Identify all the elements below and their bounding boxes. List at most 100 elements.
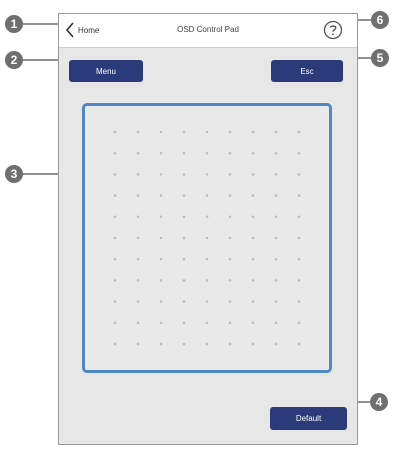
touchpad-dot	[136, 279, 140, 282]
touchpad-dot	[182, 194, 186, 197]
touchpad-dot	[251, 215, 255, 219]
touchpad-dot	[274, 130, 278, 134]
touchpad-dot	[205, 236, 209, 240]
touchpad-dot	[159, 151, 163, 155]
default-button[interactable]: Default	[270, 407, 347, 430]
touchpad-dot	[182, 342, 186, 346]
touchpad-dot	[159, 321, 163, 325]
touchpad-dot	[113, 300, 117, 303]
touchpad-dot	[182, 151, 186, 155]
touchpad-dot	[113, 194, 117, 197]
touchpad-dot	[251, 236, 255, 240]
touchpad-dot	[228, 130, 232, 134]
touchpad-dot	[205, 130, 209, 134]
touchpad-dot	[274, 342, 278, 346]
touchpad-dot	[251, 300, 255, 303]
callout-6: 6	[371, 11, 389, 29]
touchpad-dot	[136, 151, 140, 155]
callout-1: 1	[5, 15, 23, 33]
callout-2: 2	[5, 51, 23, 69]
touchpad-dot	[274, 236, 278, 240]
touchpad-dot	[274, 257, 278, 261]
touchpad-dot	[159, 300, 163, 303]
touchpad-dot	[136, 215, 140, 219]
touchpad-dot	[251, 342, 255, 346]
menu-button[interactable]: Menu	[69, 60, 143, 82]
touchpad-dot	[182, 173, 186, 176]
touchpad-dot	[251, 130, 255, 134]
touchpad-dot	[159, 342, 163, 346]
esc-button[interactable]: Esc	[271, 60, 343, 82]
touchpad-dot	[182, 130, 186, 134]
touchpad-dot	[297, 342, 301, 346]
touchpad-dot	[228, 321, 232, 325]
touchpad-dot	[205, 300, 209, 303]
touchpad-dot	[274, 279, 278, 282]
touchpad-dot	[228, 300, 232, 303]
touchpad-dot	[113, 130, 117, 134]
help-button[interactable]	[323, 20, 343, 40]
callout-4: 4	[370, 393, 388, 411]
question-mark-circle-icon	[323, 20, 343, 40]
touchpad-dot	[205, 257, 209, 261]
touchpad-dot	[228, 257, 232, 261]
touchpad-dot	[205, 151, 209, 155]
touchpad-dot	[274, 173, 278, 176]
touchpad-dot	[297, 321, 301, 325]
touchpad-dot	[159, 130, 163, 134]
touchpad-dot	[297, 236, 301, 240]
touchpad-dot	[297, 257, 301, 261]
touchpad-dot	[113, 342, 117, 346]
touchpad-dot	[297, 151, 301, 155]
touchpad-dot	[274, 321, 278, 325]
touchpad-dot	[205, 342, 209, 346]
touchpad-dot	[136, 342, 140, 346]
touchpad-dot	[136, 300, 140, 303]
touchpad-area[interactable]	[82, 103, 332, 373]
touchpad-dot	[113, 151, 117, 155]
touchpad-dot	[182, 300, 186, 303]
touchpad-dot	[113, 279, 117, 282]
touchpad-dot	[205, 321, 209, 325]
touchpad-dot	[205, 215, 209, 219]
touchpad-dot	[274, 215, 278, 219]
touchpad-dot	[182, 236, 186, 240]
touchpad-dot	[297, 215, 301, 219]
touchpad-dot-grid	[113, 130, 301, 346]
touchpad-dot	[251, 279, 255, 282]
touchpad-dot	[251, 151, 255, 155]
touchpad-dot	[113, 173, 117, 176]
touchpad-dot	[228, 279, 232, 282]
touchpad-dot	[159, 215, 163, 219]
touchpad-dot	[182, 215, 186, 219]
header-bar: Home OSD Control Pad	[59, 14, 357, 48]
touchpad-dot	[159, 257, 163, 261]
touchpad-dot	[136, 194, 140, 197]
touchpad-dot	[297, 130, 301, 134]
touchpad-dot	[205, 173, 209, 176]
touchpad-dot	[274, 300, 278, 303]
page-title: OSD Control Pad	[177, 25, 239, 34]
touchpad-dot	[228, 173, 232, 176]
touchpad-dot	[136, 257, 140, 261]
touchpad-dot	[182, 321, 186, 325]
touchpad-dot	[159, 279, 163, 282]
touchpad-dot	[113, 215, 117, 219]
touchpad-dot	[274, 194, 278, 197]
touchpad-dot	[136, 236, 140, 240]
touchpad-dot	[113, 321, 117, 325]
touchpad-dot	[251, 194, 255, 197]
touchpad-dot	[274, 151, 278, 155]
touchpad-dot	[297, 300, 301, 303]
touchpad-dot	[113, 257, 117, 261]
touchpad-dot	[113, 236, 117, 240]
touchpad-dot	[228, 342, 232, 346]
touchpad-dot	[205, 279, 209, 282]
touchpad-dot	[136, 130, 140, 134]
touchpad-dot	[251, 321, 255, 325]
touchpad-dot	[228, 236, 232, 240]
touchpad-dot	[182, 279, 186, 282]
touchpad-dot	[297, 194, 301, 197]
callout-5: 5	[371, 49, 389, 67]
touchpad-dot	[251, 257, 255, 261]
